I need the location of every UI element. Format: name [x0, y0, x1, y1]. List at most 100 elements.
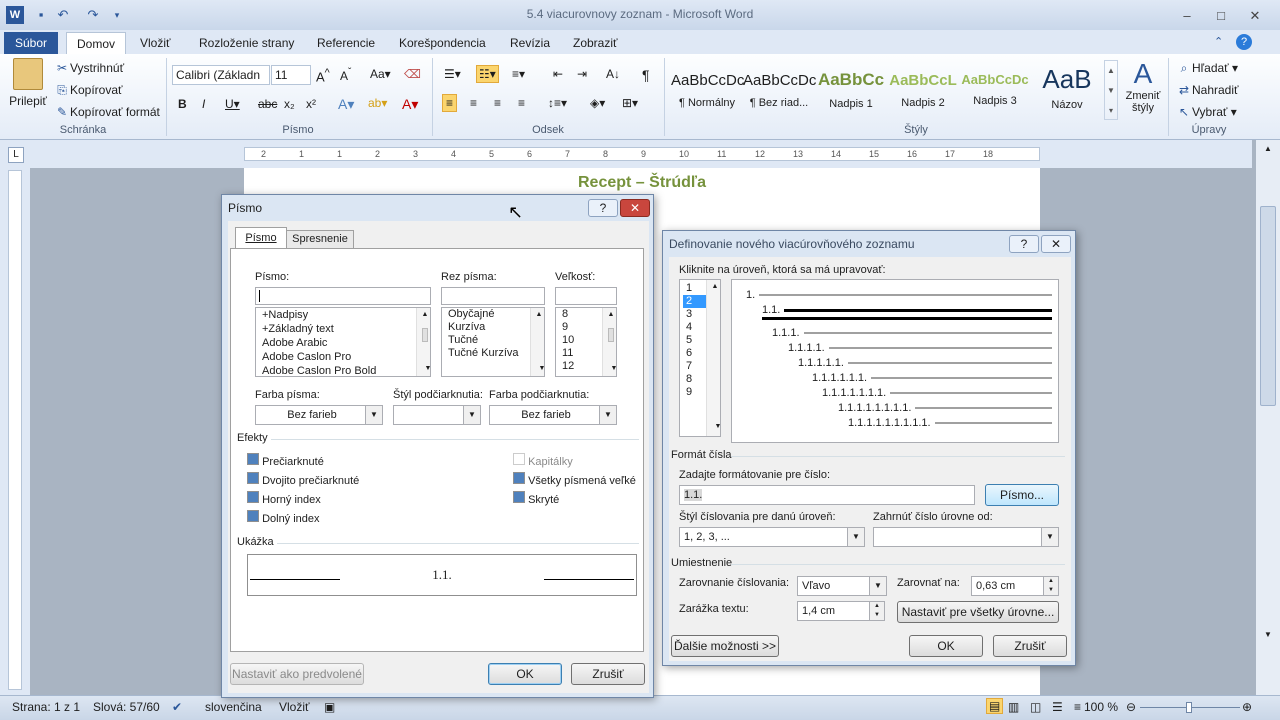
- style-normal[interactable]: AaBbCcDc ¶ Normálny: [671, 60, 744, 120]
- font-list-scrollbar[interactable]: ▲ ▼: [416, 308, 430, 376]
- text-indent-input[interactable]: 1,4 cm ▲ ▼: [797, 601, 885, 621]
- align-right-icon[interactable]: ≡: [494, 96, 501, 110]
- tab-home[interactable]: Domov: [66, 32, 127, 54]
- underline-style-dropdown[interactable]: ▼: [393, 405, 481, 425]
- set-as-default-button[interactable]: Nastaviť ako predvolené: [230, 663, 364, 685]
- change-case-icon[interactable]: Aa▾: [370, 67, 391, 81]
- styles-gallery-scroll[interactable]: ▲ ▼ ▾: [1104, 60, 1118, 120]
- tab-advanced[interactable]: Spresnenie: [286, 230, 354, 249]
- full-screen-reading-icon[interactable]: ▥: [1008, 700, 1019, 714]
- checkbox[interactable]: [247, 472, 259, 484]
- subscript-icon[interactable]: x₂: [284, 97, 295, 111]
- replace-button[interactable]: ⇄ Nahradiť: [1176, 82, 1239, 98]
- zoom-level[interactable]: 100 %: [1084, 700, 1118, 714]
- help-icon[interactable]: ?: [588, 199, 618, 217]
- proofing-icon[interactable]: ✔: [172, 700, 182, 714]
- close-icon[interactable]: ✕: [1041, 235, 1071, 253]
- vertical-ruler[interactable]: [8, 170, 22, 690]
- align-left-icon[interactable]: ≡: [442, 94, 458, 112]
- help-icon[interactable]: ?: [1009, 235, 1039, 253]
- checkbox[interactable]: [247, 510, 259, 522]
- zoom-in-icon[interactable]: ⊕: [1242, 700, 1252, 714]
- effect-superscript[interactable]: Horný index: [247, 491, 359, 510]
- more-options-button[interactable]: Ďalšie možnosti >>: [671, 635, 779, 657]
- scroll-thumb[interactable]: [1260, 206, 1276, 406]
- draft-view-icon[interactable]: ≡: [1074, 700, 1081, 714]
- checkbox[interactable]: [513, 453, 525, 465]
- effect-hidden[interactable]: Skryté: [513, 491, 636, 510]
- style-heading-2[interactable]: AaBbCcL Nadpis 2: [887, 60, 959, 120]
- style-list-scrollbar[interactable]: ▲ ▼: [530, 308, 544, 376]
- font-name-list[interactable]: +Nadpisy +Základný text Adobe Arabic Adobe …: [255, 307, 431, 377]
- close-icon[interactable]: ✕: [1240, 6, 1270, 26]
- shading-icon[interactable]: ◈▾: [590, 96, 605, 110]
- maximize-icon[interactable]: □: [1206, 6, 1236, 26]
- italic-icon[interactable]: I: [202, 97, 205, 111]
- font-style-list[interactable]: Obyčajné Kurzíva Tučné Tučné Kurzíva ▲ ▼: [441, 307, 545, 377]
- justify-icon[interactable]: ≡: [518, 96, 525, 110]
- font-list-item[interactable]: Adobe Caslon Pro Bold: [259, 364, 430, 376]
- font-button[interactable]: Písmo...: [985, 484, 1059, 506]
- cancel-button[interactable]: Zrušiť: [993, 635, 1067, 657]
- tab-insert[interactable]: Vložiť: [130, 32, 181, 54]
- include-level-dropdown[interactable]: ▼: [873, 527, 1059, 547]
- font-size-list[interactable]: 8 9 10 11 12 ▲ ▼: [555, 307, 617, 377]
- checkbox[interactable]: [247, 453, 259, 465]
- font-size-input[interactable]: [555, 287, 617, 305]
- tab-review[interactable]: Revízia: [500, 32, 560, 54]
- style-title[interactable]: AaB Názov: [1031, 60, 1103, 120]
- borders-icon[interactable]: ⊞▾: [622, 96, 638, 110]
- numbering-style-dropdown[interactable]: 1, 2, 3, ... ▼: [679, 527, 865, 547]
- help-icon[interactable]: ?: [1236, 34, 1252, 50]
- font-style-input[interactable]: [441, 287, 545, 305]
- vertical-scrollbar[interactable]: ▲ ▼: [1256, 140, 1280, 695]
- font-list-item[interactable]: +Základný text: [259, 322, 430, 336]
- tab-font[interactable]: Písmo: [235, 227, 287, 249]
- sort-icon[interactable]: A↓: [606, 67, 620, 81]
- size-list-scrollbar[interactable]: ▲ ▼: [602, 308, 616, 376]
- find-button[interactable]: ⌕ Hľadať ▾: [1176, 60, 1238, 76]
- text-effects-icon[interactable]: A▾: [338, 96, 354, 113]
- font-color-dropdown[interactable]: Bez farieb ▼: [255, 405, 383, 425]
- effect-double-strikethrough[interactable]: Dvojito prečiarknuté: [247, 472, 359, 491]
- word-count[interactable]: Slová: 57/60: [93, 700, 160, 714]
- style-no-spacing[interactable]: AaBbCcDc ¶ Bez riad...: [743, 60, 816, 120]
- set-for-all-levels-button[interactable]: Nastaviť pre všetky úrovne...: [897, 601, 1059, 623]
- paste-button[interactable]: Prilepiť: [8, 58, 48, 108]
- print-layout-icon[interactable]: ▤: [986, 698, 1004, 714]
- clear-format-icon[interactable]: ⌫: [404, 67, 421, 81]
- spinner-icon[interactable]: ▲ ▼: [1043, 577, 1058, 595]
- level-list-scrollbar[interactable]: ▲ ▼: [706, 280, 720, 436]
- macro-record-icon[interactable]: ▣: [324, 700, 335, 714]
- horizontal-ruler[interactable]: 2 1 1 2 3 4 5 6 7 8 9 10 11 12 13 14 15 16 17 18: [244, 147, 1040, 161]
- align-center-icon[interactable]: ≡: [470, 96, 477, 110]
- effect-all-caps[interactable]: Všetky písmená veľké: [513, 472, 636, 491]
- tab-mailings[interactable]: Korešpondencia: [389, 32, 496, 54]
- effect-subscript[interactable]: Dolný index: [247, 510, 359, 529]
- level-list[interactable]: 123456789 ▲ ▼: [679, 279, 721, 437]
- insert-mode-indicator[interactable]: Vložiť: [279, 700, 310, 714]
- web-layout-icon[interactable]: ◫: [1030, 700, 1041, 714]
- underline-icon[interactable]: U▾: [225, 97, 240, 111]
- zoom-slider-thumb[interactable]: [1186, 702, 1192, 713]
- ok-button[interactable]: OK: [488, 663, 562, 685]
- tab-file[interactable]: Súbor: [4, 32, 58, 54]
- decrease-indent-icon[interactable]: ⇤: [553, 67, 563, 81]
- scroll-up-icon[interactable]: ▲: [1259, 144, 1277, 160]
- ok-button[interactable]: OK: [909, 635, 983, 657]
- change-styles-button[interactable]: A Zmeniť štýly: [1120, 58, 1166, 114]
- minimize-ribbon-icon[interactable]: ⌃: [1214, 35, 1223, 48]
- spinner-icon[interactable]: ▲ ▼: [869, 602, 884, 620]
- font-name-input[interactable]: [255, 287, 431, 305]
- page-count[interactable]: Strana: 1 z 1: [12, 700, 80, 714]
- select-button[interactable]: ↖ Vybrať ▾: [1176, 104, 1237, 120]
- outline-view-icon[interactable]: ☰: [1052, 700, 1063, 714]
- highlight-icon[interactable]: ab▾: [368, 96, 387, 110]
- tab-references[interactable]: Referencie: [307, 32, 385, 54]
- numbering-icon[interactable]: ☷▾: [476, 65, 499, 83]
- strikethrough-icon[interactable]: abc: [258, 97, 277, 111]
- zoom-out-icon[interactable]: ⊖: [1126, 700, 1136, 714]
- effect-strikethrough[interactable]: Prečiarknuté: [247, 453, 359, 472]
- style-heading-1[interactable]: AaBbCc Nadpis 1: [815, 60, 887, 120]
- font-size-combo[interactable]: 11: [271, 65, 311, 85]
